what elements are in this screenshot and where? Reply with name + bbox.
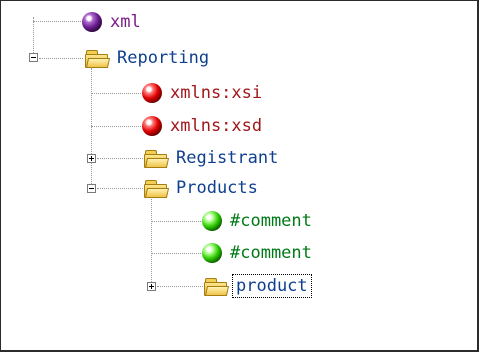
tree-connector-line	[97, 188, 143, 189]
tree-view-panel: xml Reporting xmlns:xsi xmlns:xsd Regist…	[0, 0, 479, 352]
tree-node-reporting[interactable]: Reporting	[84, 43, 209, 73]
tree-connector-line	[151, 253, 203, 254]
tree-node-xml[interactable]: xml	[82, 7, 141, 37]
tree-node-product[interactable]: product	[203, 271, 312, 301]
tree-connector-line	[151, 199, 152, 286]
xml-tree: xml Reporting xmlns:xsi xmlns:xsd Regist…	[1, 1, 477, 350]
tree-node-xmlns-xsi[interactable]: xmlns:xsi	[142, 78, 262, 108]
tree-connector-line	[33, 21, 83, 22]
tree-connector-line	[97, 158, 143, 159]
tree-node-label: Products	[176, 178, 258, 198]
folder-icon	[203, 277, 230, 296]
tree-node-products[interactable]: Products	[143, 173, 258, 203]
tree-connector-line	[151, 221, 203, 222]
tree-node-comment[interactable]: #comment	[202, 238, 312, 268]
green-ball-icon	[202, 243, 222, 263]
tree-connector-line	[157, 286, 203, 287]
tree-node-label: Reporting	[117, 48, 210, 68]
tree-connector-line	[91, 126, 143, 127]
red-ball-icon	[142, 83, 162, 103]
tree-node-label: xml	[110, 12, 141, 32]
folder-icon	[84, 49, 111, 68]
tree-node-label: Registrant	[176, 148, 279, 168]
tree-node-label: xmlns:xsd	[170, 116, 263, 136]
collapse-toggle-reporting[interactable]	[29, 53, 38, 62]
red-ball-icon	[142, 116, 162, 136]
tree-node-registrant[interactable]: Registrant	[143, 143, 278, 173]
expand-toggle-product[interactable]	[147, 282, 156, 291]
tree-connector-line	[91, 68, 92, 188]
tree-node-label: xmlns:xsi	[170, 83, 263, 103]
tree-node-label: product	[232, 274, 312, 298]
green-ball-icon	[202, 211, 222, 231]
expand-toggle-registrant[interactable]	[87, 154, 96, 163]
tree-connector-line	[39, 58, 83, 59]
tree-node-label: #comment	[230, 211, 312, 231]
folder-icon	[143, 149, 170, 168]
tree-node-comment[interactable]: #comment	[202, 206, 312, 236]
tree-node-xmlns-xsd[interactable]: xmlns:xsd	[142, 111, 262, 141]
tree-connector-line	[33, 17, 34, 57]
folder-icon	[143, 179, 170, 198]
collapse-toggle-products[interactable]	[87, 184, 96, 193]
purple-ball-icon	[82, 12, 102, 32]
tree-node-label: #comment	[230, 243, 312, 263]
tree-connector-line	[91, 93, 143, 94]
